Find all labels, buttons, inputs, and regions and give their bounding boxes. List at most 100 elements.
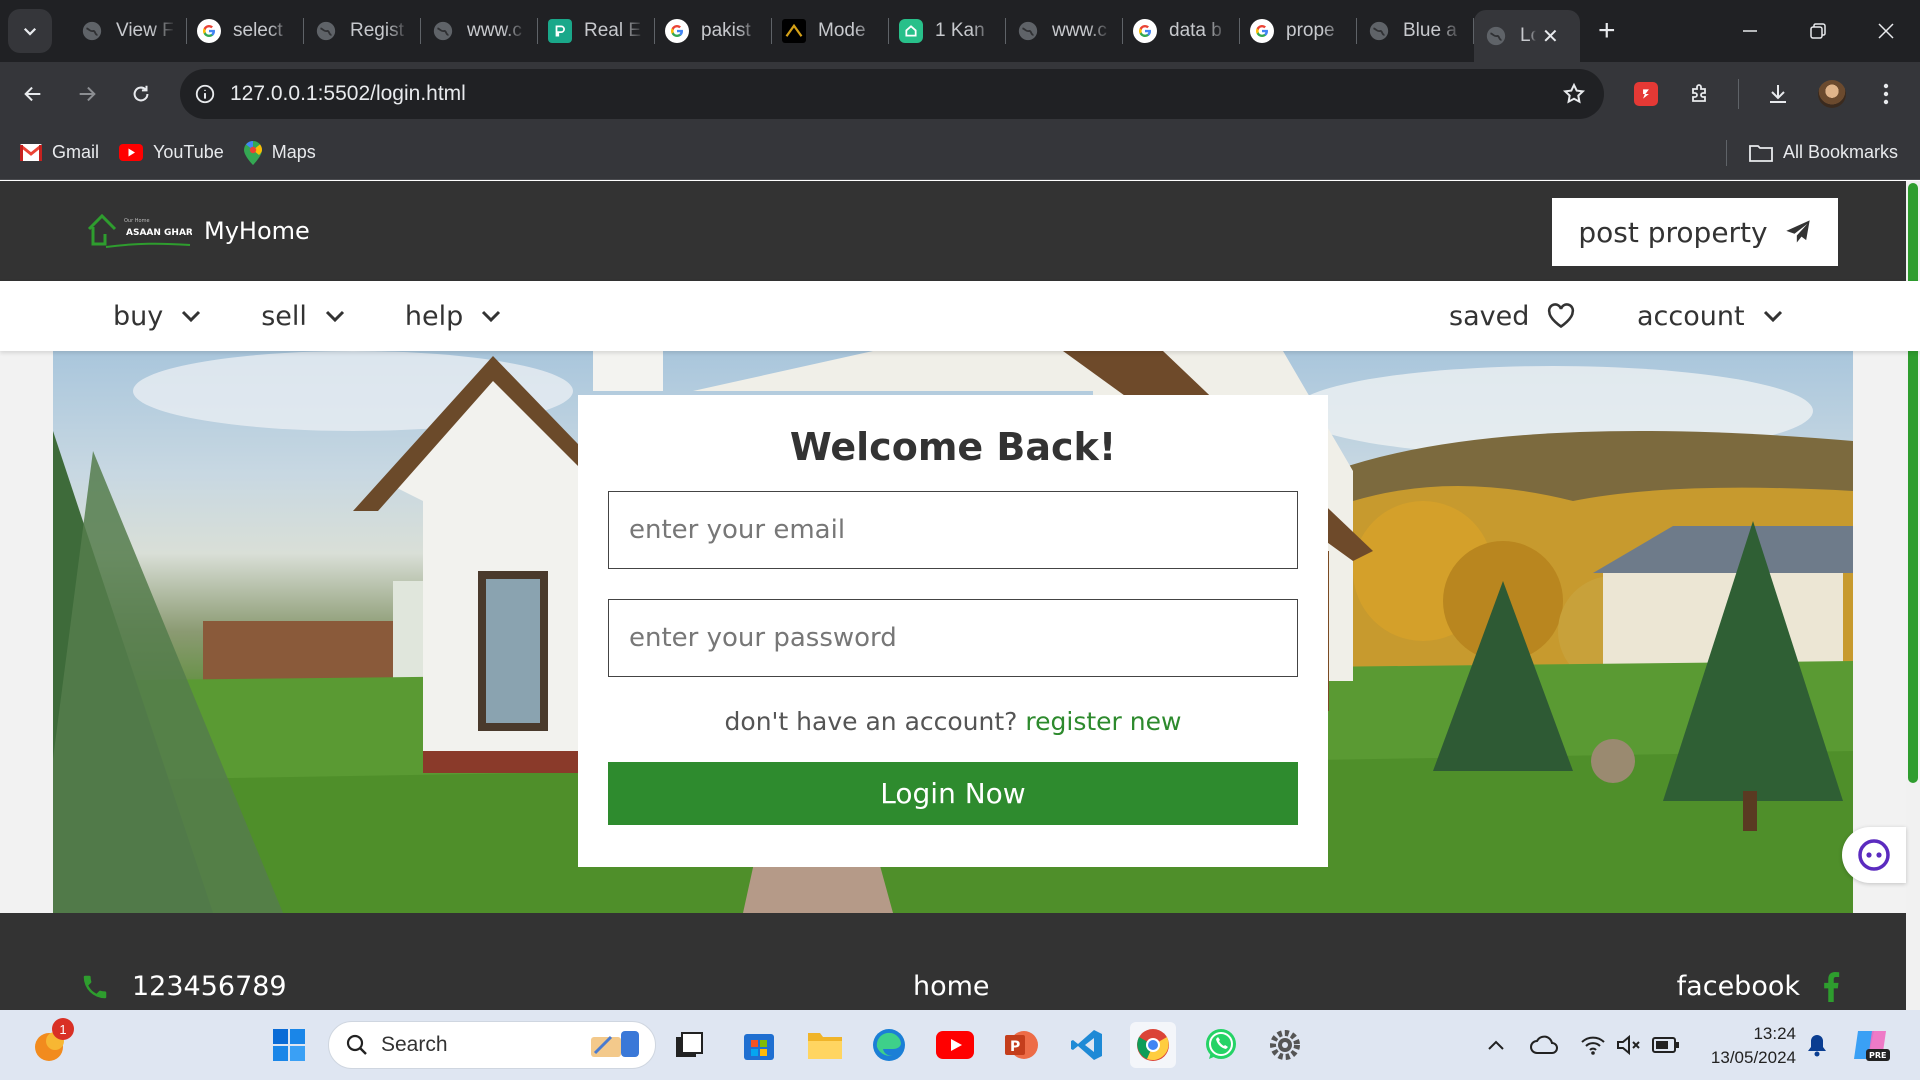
globe-icon: [1016, 19, 1040, 43]
browser-tab[interactable]: 1 Kan: [889, 0, 1006, 62]
paper-plane-icon: [1785, 220, 1810, 243]
volume-status[interactable]: [1616, 1010, 1642, 1080]
forward-button[interactable]: [60, 67, 114, 121]
close-tab-icon[interactable]: ✕: [1542, 24, 1559, 49]
chevron-down-icon: [482, 310, 501, 323]
browser-tab[interactable]: www.c: [421, 0, 538, 62]
restore-button[interactable]: [1784, 0, 1852, 62]
show-hidden-icons[interactable]: [1486, 1010, 1506, 1080]
site-footer: 123456789 home facebook: [0, 913, 1920, 1010]
downloads-button[interactable]: [1758, 62, 1798, 126]
browser-tab[interactable]: pakist: [655, 0, 772, 62]
start-button[interactable]: [266, 1022, 312, 1068]
chevron-down-icon: [182, 310, 201, 323]
taskbar-chrome[interactable]: [1130, 1022, 1176, 1068]
back-button[interactable]: [6, 67, 60, 121]
browser-tab[interactable]: Regist: [304, 0, 421, 62]
copilot-button[interactable]: PRE: [1852, 1010, 1892, 1080]
new-tab-button[interactable]: +: [1598, 14, 1616, 48]
assistant-bubble[interactable]: [1842, 827, 1906, 883]
tab-title: www.c: [1052, 20, 1107, 41]
reload-icon: [133, 85, 149, 102]
bookmark-star-icon[interactable]: [1562, 82, 1586, 106]
taskbar-powerpoint[interactable]: P: [998, 1022, 1044, 1068]
taskbar-whatsapp[interactable]: [1198, 1022, 1244, 1068]
browser-tab[interactable]: select: [187, 0, 304, 62]
extension-button[interactable]: [1626, 62, 1666, 126]
browser-tab[interactable]: data b: [1123, 0, 1240, 62]
tab-title: Lo: [1520, 25, 1536, 46]
extensions-menu-button[interactable]: [1680, 62, 1720, 126]
bookmark-youtube[interactable]: YouTube: [119, 142, 224, 163]
globe-icon: [431, 19, 455, 43]
browser-tab[interactable]: Mode: [772, 0, 889, 62]
google-icon: [197, 19, 221, 43]
footer-facebook-link[interactable]: facebook: [1677, 971, 1840, 1002]
scrollbar-thumb[interactable]: [1908, 183, 1918, 783]
notifications-button[interactable]: [1806, 1010, 1828, 1080]
nav-help[interactable]: help: [405, 301, 501, 332]
arrow-left-icon: [24, 86, 41, 102]
nav-saved[interactable]: saved: [1449, 301, 1575, 332]
task-view-button[interactable]: [666, 1022, 712, 1068]
footer-home-label: home: [913, 971, 990, 1002]
browser-tab[interactable]: Blue a: [1357, 0, 1474, 62]
site-navigation: buy sell help saved account: [0, 281, 1920, 351]
tab-title: Regist: [350, 20, 404, 41]
browser-tab[interactable]: View F: [70, 0, 187, 62]
chevron-down-icon: [23, 27, 37, 36]
tab-search-button[interactable]: [8, 9, 52, 53]
browser-tab[interactable]: prope: [1240, 0, 1357, 62]
post-property-button[interactable]: post property: [1552, 198, 1838, 266]
taskbar-youtube[interactable]: [932, 1022, 978, 1068]
bookmark-label: YouTube: [153, 142, 224, 162]
address-bar[interactable]: 127.0.0.1:5502/login.html: [180, 69, 1604, 119]
onedrive-status[interactable]: [1530, 1010, 1558, 1080]
browser-tab[interactable]: www.c: [1006, 0, 1123, 62]
google-icon: [1133, 19, 1157, 43]
site-logo[interactable]: Our Home ASAAN GHAR MyHome: [86, 211, 310, 251]
nav-account[interactable]: account: [1637, 301, 1783, 332]
bookmark-maps[interactable]: Maps: [243, 140, 316, 165]
browser-menu-button[interactable]: [1866, 62, 1906, 126]
taskbar-vscode[interactable]: [1064, 1022, 1110, 1068]
more-vertical-icon: [1883, 83, 1889, 105]
realestate-icon: [548, 19, 572, 43]
battery-status[interactable]: [1652, 1010, 1680, 1080]
tab-title: prope: [1286, 20, 1335, 41]
browser-tab[interactable]: Real E: [538, 0, 655, 62]
footer-phone[interactable]: 123456789: [80, 971, 287, 1002]
taskbar-file-explorer[interactable]: [802, 1022, 848, 1068]
youtube-icon: [119, 144, 144, 161]
browser-tab-active[interactable]: Lo ✕: [1474, 10, 1580, 62]
taskbar-search[interactable]: Search: [328, 1021, 656, 1069]
system-clock[interactable]: 13:24 13/05/2024: [1711, 1022, 1796, 1070]
site-info-icon[interactable]: [194, 83, 216, 105]
taskbar-settings[interactable]: [1262, 1022, 1308, 1068]
taskbar-edge[interactable]: [866, 1022, 912, 1068]
post-property-label: post property: [1578, 215, 1768, 249]
login-button[interactable]: Login Now: [608, 762, 1298, 825]
network-status[interactable]: [1580, 1010, 1606, 1080]
footer-home-link[interactable]: home: [913, 971, 990, 1002]
close-window-button[interactable]: [1852, 0, 1920, 62]
password-field[interactable]: [608, 599, 1298, 677]
widgets-button[interactable]: 1: [26, 1018, 74, 1068]
profile-button[interactable]: [1812, 62, 1852, 126]
email-field[interactable]: [608, 491, 1298, 569]
register-link[interactable]: register new: [1025, 707, 1181, 736]
nav-saved-label: saved: [1449, 300, 1530, 332]
bookmark-gmail[interactable]: Gmail: [20, 142, 99, 163]
tab-list: View F select Regist www.c Real E pakist…: [70, 0, 1580, 62]
footer-facebook-label: facebook: [1676, 971, 1800, 1002]
tab-title: select: [233, 20, 283, 41]
nav-sell[interactable]: sell: [261, 301, 345, 332]
minimize-button[interactable]: [1716, 0, 1784, 62]
taskbar-store[interactable]: [736, 1022, 782, 1068]
close-icon: [1878, 23, 1894, 39]
all-bookmarks-button[interactable]: All Bookmarks: [1749, 142, 1898, 163]
reload-button[interactable]: [114, 67, 168, 121]
extension-app-icon: [1634, 82, 1658, 106]
no-account-text: don't have an account?: [724, 707, 1018, 736]
nav-buy[interactable]: buy: [113, 301, 201, 332]
